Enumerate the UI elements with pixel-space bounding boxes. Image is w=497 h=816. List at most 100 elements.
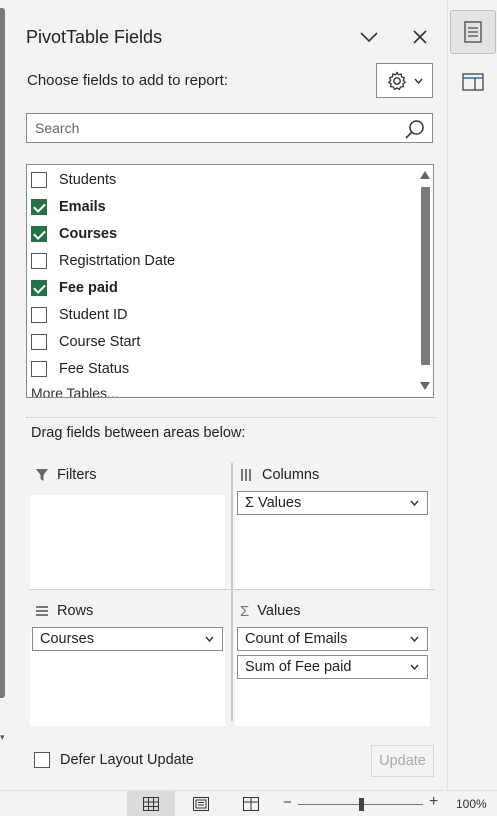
zoom-level[interactable]: 100% — [456, 797, 487, 811]
field-list-settings-button[interactable] — [376, 63, 433, 98]
field-checkbox[interactable] — [31, 334, 47, 350]
field-label: Student ID — [59, 307, 128, 323]
field-item-students[interactable]: Students — [31, 169, 116, 191]
task-pane-rail — [447, 0, 497, 790]
field-list: Students Emails Courses Registrtation Da… — [26, 164, 434, 398]
filter-icon — [36, 469, 48, 481]
chevron-down-icon — [410, 636, 419, 642]
field-item-fee-status[interactable]: Fee Status — [31, 358, 129, 380]
chevron-down-icon — [205, 636, 214, 642]
pane-layout-button[interactable] — [450, 60, 496, 104]
choose-fields-label: Choose fields to add to report: — [27, 72, 228, 89]
field-label: Courses — [59, 226, 118, 242]
page-layout-view-button[interactable] — [177, 791, 225, 816]
zoom-in-button[interactable]: + — [429, 793, 438, 811]
normal-view-button[interactable] — [127, 791, 175, 816]
field-item-registration-date[interactable]: Registrtation Date — [31, 250, 175, 272]
area-item-label: Sum of Fee paid — [245, 659, 352, 675]
field-item-courses[interactable]: Courses — [31, 223, 117, 245]
filters-drop-zone[interactable] — [30, 495, 225, 590]
field-list-icon — [464, 21, 482, 43]
values-label: Values — [257, 603, 301, 619]
values-item-count-of-emails[interactable]: Count of Emails — [237, 627, 428, 651]
area-item-label: Count of Emails — [245, 631, 348, 647]
pane-title: PivotTable Fields — [26, 27, 163, 47]
field-label: Course Start — [59, 334, 141, 350]
sheet-scrollbar[interactable] — [0, 8, 5, 698]
zoom-out-button[interactable]: − — [283, 794, 292, 811]
field-item-student-id[interactable]: Student ID — [31, 304, 128, 326]
defer-layout-label: Defer Layout Update — [60, 752, 194, 768]
defer-layout-update[interactable]: Defer Layout Update — [34, 752, 194, 768]
close-button[interactable] — [405, 22, 435, 52]
divider — [26, 417, 436, 418]
defer-layout-checkbox[interactable] — [34, 752, 50, 768]
field-checkbox[interactable] — [31, 226, 47, 242]
field-label: Students — [59, 172, 117, 188]
rows-label: Rows — [57, 603, 94, 619]
rows-icon — [36, 606, 48, 616]
area-item-label: Σ Values — [245, 495, 302, 511]
filters-header: Filters — [35, 463, 96, 487]
rows-item-courses[interactable]: Courses — [32, 627, 223, 651]
field-item-emails[interactable]: Emails — [31, 196, 106, 218]
area-divider-vertical — [231, 463, 233, 721]
field-checkbox[interactable] — [31, 253, 47, 269]
search-icon[interactable] — [404, 118, 426, 140]
rows-area: Rows Courses — [30, 599, 225, 726]
field-list-scrollbar[interactable] — [417, 165, 433, 397]
values-area: Σ Values Count of Emails Sum of Fee paid — [235, 599, 430, 726]
values-header: Σ Values — [240, 599, 301, 623]
pivottable-fields-pane: PivotTable Fields Choose fields to add t… — [9, 8, 445, 788]
columns-label: Columns — [262, 467, 320, 483]
field-label: Fee Status — [59, 361, 130, 377]
field-item-course-start[interactable]: Course Start — [31, 331, 140, 353]
values-item-sum-of-fee-paid[interactable]: Sum of Fee paid — [237, 655, 428, 679]
area-divider-horizontal — [29, 589, 435, 590]
chevron-down-icon — [410, 664, 419, 670]
field-checkbox[interactable] — [31, 280, 47, 296]
chevron-down-icon — [360, 32, 378, 43]
scroll-thumb[interactable] — [421, 187, 430, 365]
filters-label: Filters — [57, 467, 97, 483]
page-break-view-button[interactable] — [227, 791, 275, 816]
sheet-scroll-down-icon[interactable]: ▾ — [0, 732, 5, 743]
area-item-label: Courses — [40, 631, 94, 647]
field-label: Emails — [59, 199, 106, 215]
field-checkbox[interactable] — [31, 172, 47, 188]
close-icon — [413, 30, 427, 44]
page-layout-icon — [193, 797, 209, 811]
rows-header: Rows — [35, 599, 93, 623]
search-input[interactable] — [27, 114, 397, 142]
search-field[interactable] — [26, 113, 433, 143]
update-button[interactable]: Update — [371, 745, 434, 777]
columns-drop-zone[interactable]: Σ Values — [235, 491, 430, 590]
field-label: Registrtation Date — [59, 253, 176, 269]
chevron-down-icon — [414, 78, 423, 84]
status-bar: − + 100% — [0, 790, 497, 816]
pane-options-button[interactable] — [354, 22, 384, 52]
sigma-icon: Σ — [240, 602, 250, 620]
field-list-pane-button[interactable] — [450, 10, 496, 54]
field-label: Fee paid — [59, 280, 118, 296]
field-checkbox[interactable] — [31, 199, 47, 215]
values-drop-zone[interactable]: Count of Emails Sum of Fee paid — [235, 627, 430, 726]
scroll-down-icon[interactable] — [420, 382, 430, 390]
drag-fields-label: Drag fields between areas below: — [31, 425, 246, 441]
columns-item-values[interactable]: Σ Values — [237, 491, 428, 515]
rows-drop-zone[interactable]: Courses — [30, 627, 225, 726]
pane-layout-icon — [462, 73, 484, 91]
columns-header: Columns — [240, 463, 319, 487]
grid-icon — [143, 797, 159, 811]
field-checkbox[interactable] — [31, 361, 47, 377]
scroll-up-icon[interactable] — [420, 171, 430, 179]
more-tables-link[interactable]: More Tables... — [31, 385, 119, 397]
page-break-icon — [243, 797, 259, 811]
gear-icon — [388, 71, 406, 90]
columns-icon — [241, 469, 251, 481]
field-item-fee-paid[interactable]: Fee paid — [31, 277, 118, 299]
columns-area: Columns Σ Values — [235, 463, 430, 590]
field-checkbox[interactable] — [31, 307, 47, 323]
filters-area: Filters — [30, 463, 225, 590]
zoom-slider-thumb[interactable] — [359, 798, 364, 811]
